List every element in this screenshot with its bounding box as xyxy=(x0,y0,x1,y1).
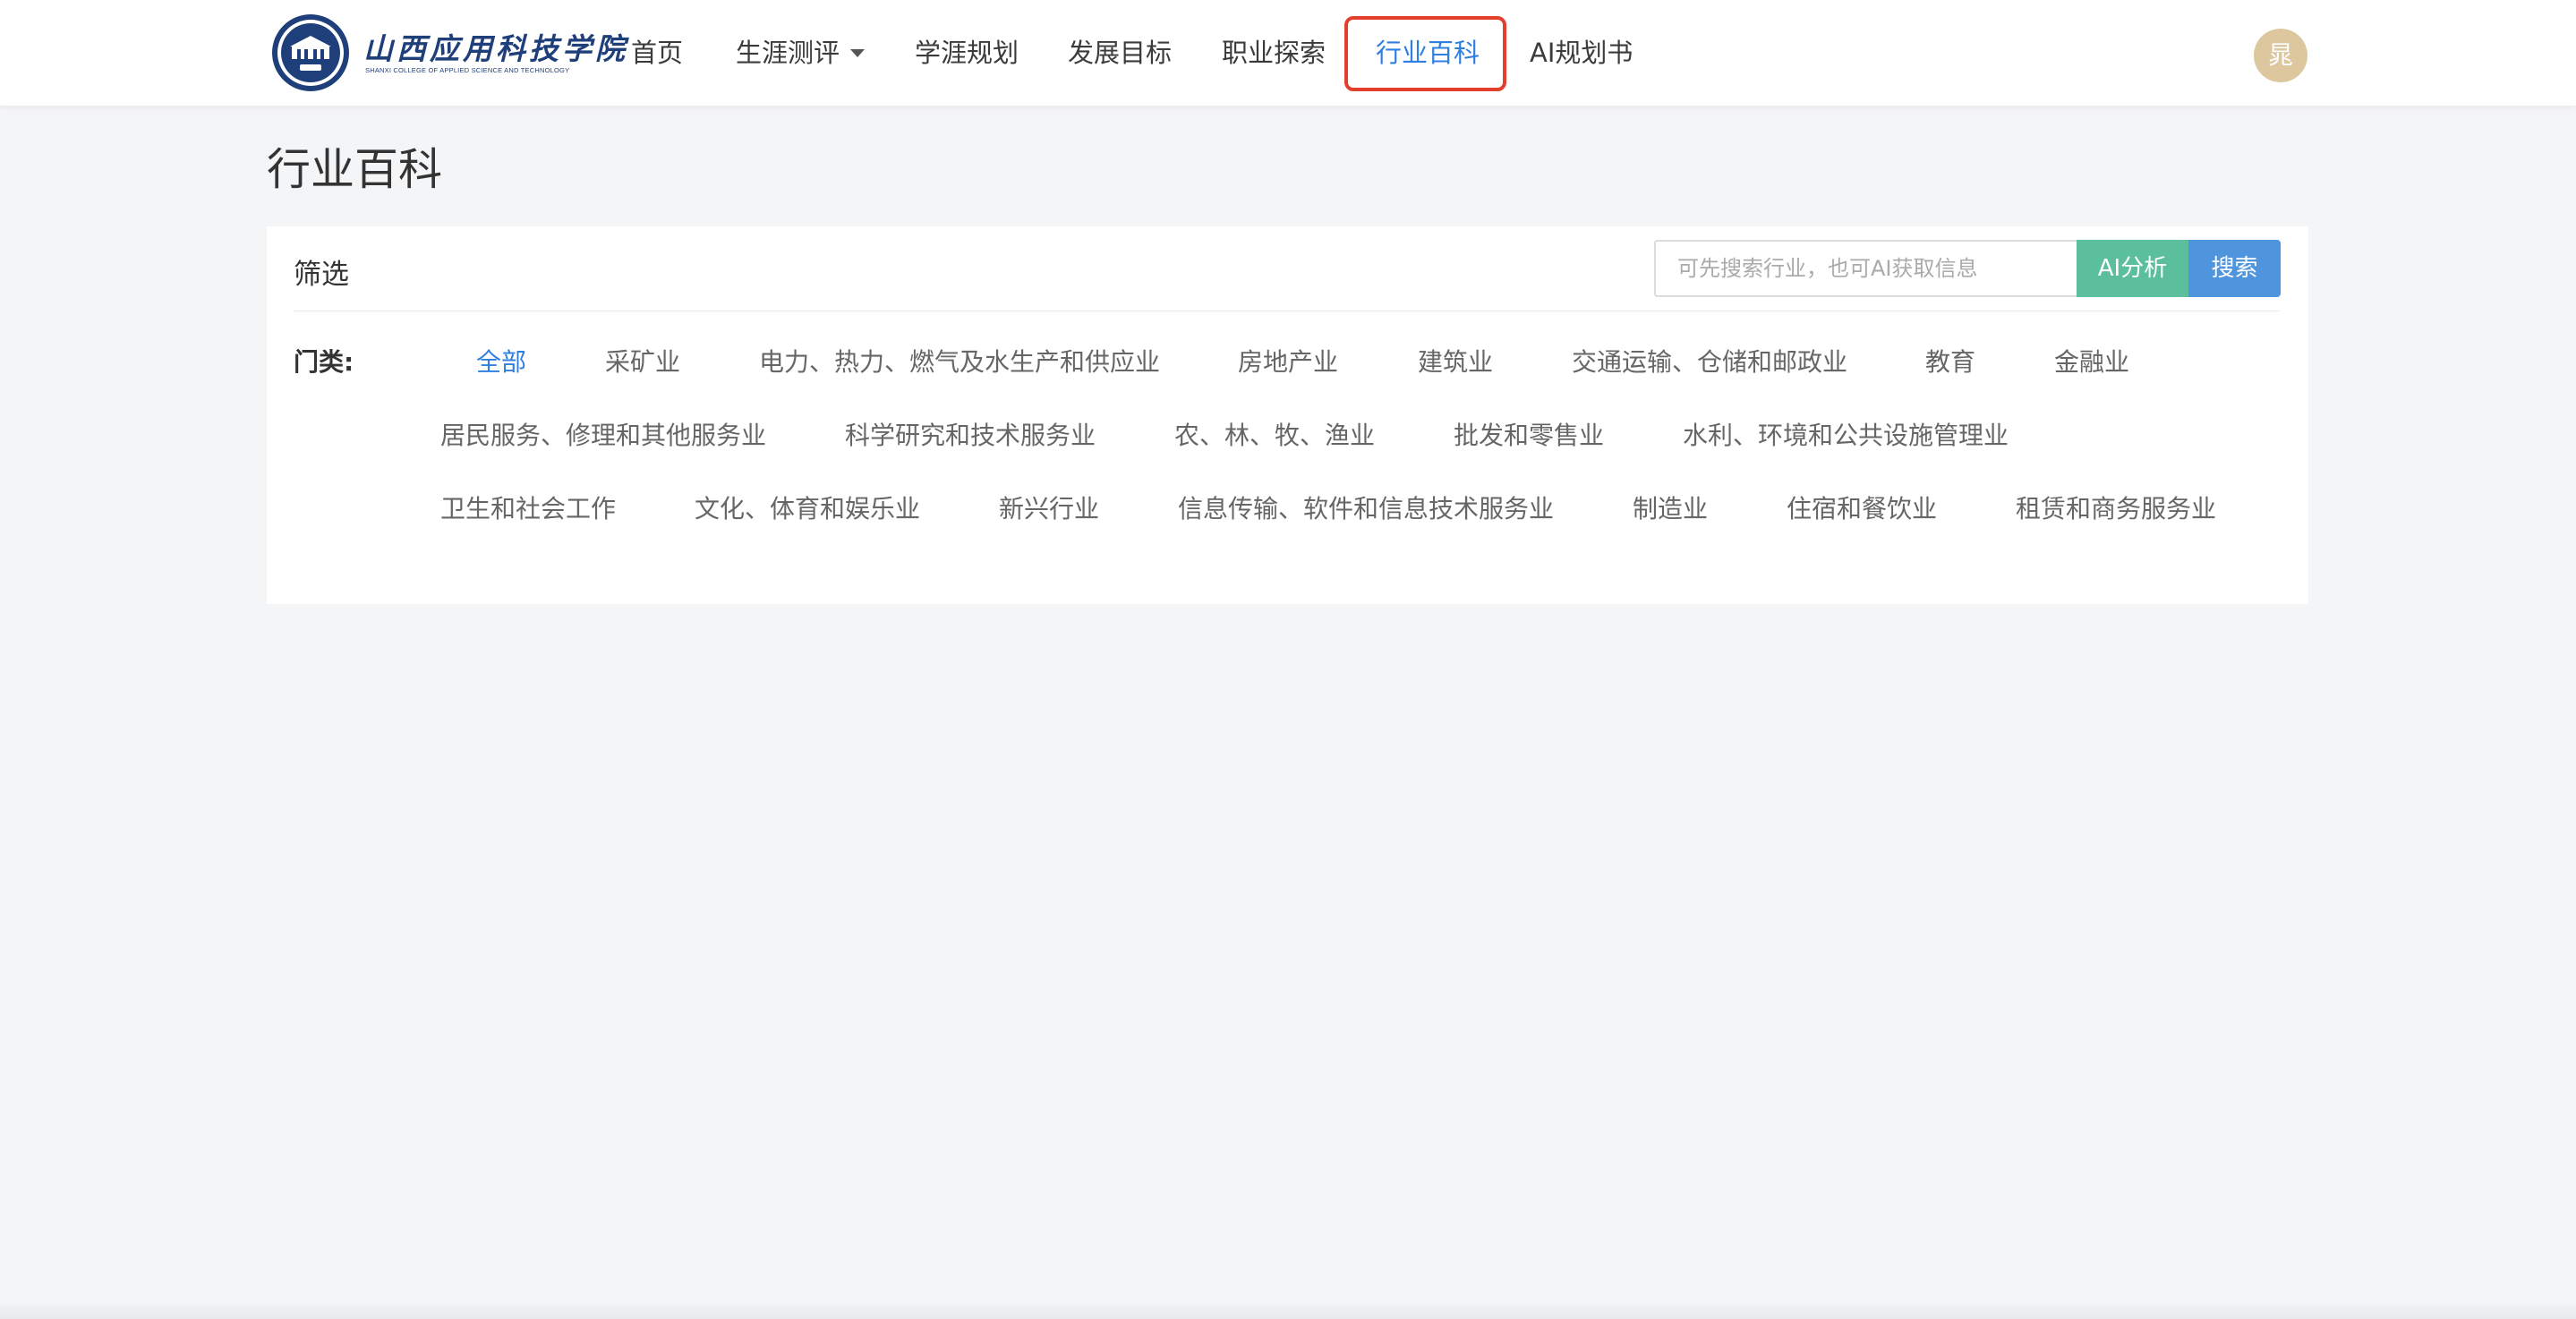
user-avatar[interactable]: 晁 xyxy=(2254,29,2307,82)
page-title: 行业百科 xyxy=(267,144,443,195)
category-utilities[interactable]: 电力、热力、燃气及水生产和供应业 xyxy=(759,343,1160,379)
category-all[interactable]: 全部 xyxy=(476,343,526,379)
category-education[interactable]: 教育 xyxy=(1925,343,1975,379)
category-water-environment[interactable]: 水利、环境和公共设施管理业 xyxy=(1683,416,2009,452)
category-information-tech[interactable]: 信息传输、软件和信息技术服务业 xyxy=(1178,489,1554,525)
industry-search-input[interactable] xyxy=(1654,240,2077,297)
category-mining[interactable]: 采矿业 xyxy=(605,343,680,379)
nav-career-assessment[interactable]: 生涯测评 xyxy=(736,27,866,79)
category-leasing-business[interactable]: 租赁和商务服务业 xyxy=(2016,489,2216,525)
category-finance[interactable]: 金融业 xyxy=(2054,343,2129,379)
nav-career-assessment-label: 生涯测评 xyxy=(736,38,840,68)
active-nav-highlight xyxy=(1344,16,1506,91)
category-culture-sports[interactable]: 文化、体育和娱乐业 xyxy=(695,489,920,525)
category-resident-services[interactable]: 居民服务、修理和其他服务业 xyxy=(440,416,766,452)
category-scientific-research[interactable]: 科学研究和技术服务业 xyxy=(845,416,1096,452)
nav-career-exploration[interactable]: 职业探索 xyxy=(1222,27,1326,79)
page-bottom-shadow xyxy=(0,1301,2576,1319)
filter-label: 筛选 xyxy=(294,259,349,291)
category-construction[interactable]: 建筑业 xyxy=(1418,343,1493,379)
category-emerging[interactable]: 新兴行业 xyxy=(999,489,1099,525)
search-button[interactable]: 搜索 xyxy=(2188,240,2281,297)
nav-ai-plan[interactable]: AI规划书 xyxy=(1530,27,1633,79)
college-name-en: SHANXI COLLEGE OF APPLIED SCIENCE AND TE… xyxy=(365,66,570,74)
category-hospitality[interactable]: 住宿和餐饮业 xyxy=(1787,489,1937,525)
nav-study-planning[interactable]: 学涯规划 xyxy=(915,27,1019,79)
top-navbar: 山西应用科技学院 SHANXI COLLEGE OF APPLIED SCIEN… xyxy=(0,0,2576,106)
nav-development-goals[interactable]: 发展目标 xyxy=(1068,27,1172,79)
filter-panel: 筛选 AI分析 搜索 门类: 全部 采矿业 电力、热力、燃气及水生产和供应业 房… xyxy=(267,226,2308,604)
category-label: 门类: xyxy=(294,347,354,377)
category-transportation[interactable]: 交通运输、仓储和邮政业 xyxy=(1572,343,1847,379)
category-health-social[interactable]: 卫生和社会工作 xyxy=(440,489,616,525)
category-real-estate[interactable]: 房地产业 xyxy=(1238,343,1338,379)
category-manufacturing[interactable]: 制造业 xyxy=(1633,489,1708,525)
nav-home[interactable]: 首页 xyxy=(631,27,683,79)
college-seal-icon xyxy=(272,14,349,91)
college-logo[interactable]: 山西应用科技学院 SHANXI COLLEGE OF APPLIED SCIEN… xyxy=(270,13,625,93)
category-agriculture[interactable]: 农、林、牧、渔业 xyxy=(1174,416,1375,452)
category-wholesale-retail[interactable]: 批发和零售业 xyxy=(1454,416,1604,452)
college-name-cn: 山西应用科技学院 xyxy=(363,31,628,66)
caret-down-icon xyxy=(850,48,866,57)
ai-analysis-button[interactable]: AI分析 xyxy=(2077,240,2188,297)
